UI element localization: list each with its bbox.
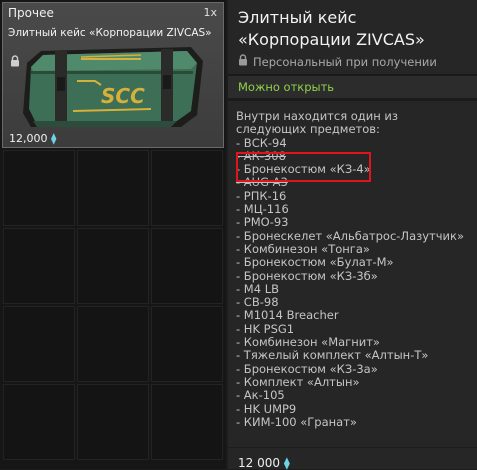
item-details-panel: Элитный кейс «Корпорации ZIVCAS» Персона… xyxy=(228,0,477,470)
contents-item: - HK PSG1 xyxy=(236,321,295,336)
inventory-panel: Прочее 1x Элитный кейс «Корпорации ZIVCA… xyxy=(0,0,226,469)
contents-item: - СВ-98 xyxy=(236,295,279,310)
contents-item: - Тяжелый комплект «Алтын-Т» xyxy=(236,348,429,363)
contents-item: - Комбинезон «Магнит» xyxy=(236,335,380,350)
item-category: Прочее xyxy=(8,6,54,20)
inventory-slot[interactable] xyxy=(3,306,75,382)
contents-intro: Внутри находится один из следующих предм… xyxy=(236,109,398,137)
contents-item: - M1014 Breacher xyxy=(236,308,339,323)
item-price: 12,000 ⧫ xyxy=(9,132,56,145)
contents-item: - Ак-105 xyxy=(236,388,285,403)
svg-text:SCC: SCC xyxy=(101,84,145,108)
contents-item: - Бронекостюм «КЗ-3б» xyxy=(236,268,378,283)
details-price-value: 12 000 xyxy=(238,456,280,470)
inventory-slot[interactable] xyxy=(77,384,149,460)
details-title: Элитный кейс «Корпорации ZIVCAS» xyxy=(238,8,425,49)
item-price-value: 12,000 xyxy=(9,132,48,145)
openable-status: Можно открыть xyxy=(228,76,477,98)
contents-item: - ВСК-94 xyxy=(236,135,287,150)
contents-item: - РПК-16 xyxy=(236,188,287,203)
divider xyxy=(228,98,477,101)
openable-text: Можно открыть xyxy=(238,80,335,94)
inventory-slot[interactable] xyxy=(77,150,149,226)
contents-item: - МЦ-116 xyxy=(236,202,289,217)
inventory-grid xyxy=(3,150,223,469)
item-name: Элитный кейс «Корпорации ZIVCAS» xyxy=(8,27,212,39)
crystal-icon: ⧫ xyxy=(283,456,290,470)
highlight-box xyxy=(236,152,371,182)
binding-info: Персональный при получении xyxy=(238,54,437,69)
lock-icon xyxy=(238,54,248,69)
inventory-slot[interactable] xyxy=(3,228,75,304)
binding-text: Персональный при получении xyxy=(253,54,437,69)
inventory-slot[interactable] xyxy=(3,150,75,226)
contents-item: - HK UMP9 xyxy=(236,401,297,416)
contents-item: - Комбинезон «Тонга» xyxy=(236,241,370,256)
contents-item: - КИМ-100 «Гранат» xyxy=(236,414,357,429)
contents-item: - M4 LB xyxy=(236,281,279,296)
crate-image: SCC xyxy=(23,47,203,127)
contents-item: - Бронекостюм «Булат-М» xyxy=(236,255,394,270)
divider xyxy=(228,447,477,448)
contents-item: - Бронескелет «Альбатрос-Лазутчик» xyxy=(236,228,464,243)
inventory-slot[interactable] xyxy=(77,306,149,382)
contents-item: - Бронекостюм «КЗ-3а» xyxy=(236,361,378,376)
inventory-slot[interactable] xyxy=(151,306,223,382)
inventory-slot[interactable] xyxy=(151,150,223,226)
item-quantity: 1x xyxy=(203,6,217,19)
contents-item: - РМО-93 xyxy=(236,215,289,230)
inventory-slot[interactable] xyxy=(77,228,149,304)
contents-item: - Комплект «Алтын» xyxy=(236,374,360,389)
lock-icon xyxy=(10,52,20,71)
inventory-slot[interactable] xyxy=(151,228,223,304)
inventory-slot[interactable] xyxy=(151,384,223,460)
item-card-selected[interactable]: Прочее 1x Элитный кейс «Корпорации ZIVCA… xyxy=(2,2,224,148)
details-price: 12 000 ⧫ xyxy=(238,456,290,470)
inventory-slot[interactable] xyxy=(3,384,75,460)
crystal-icon: ⧫ xyxy=(51,132,57,145)
